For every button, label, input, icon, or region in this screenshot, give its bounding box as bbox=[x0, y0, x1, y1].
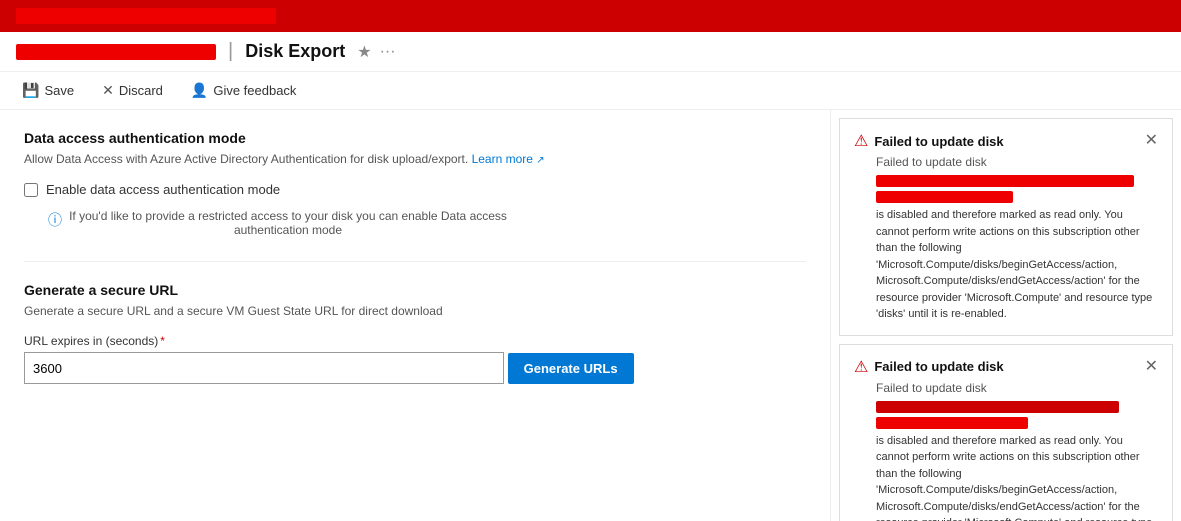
notification-card: ⚠ Failed to update disk ✕ Failed to upda… bbox=[839, 118, 1173, 336]
save-label: Save bbox=[44, 83, 74, 98]
feedback-icon: 👤 bbox=[191, 82, 208, 99]
page-title: Disk Export bbox=[245, 41, 345, 62]
info-row: ⓘ If you'd like to provide a restricted … bbox=[24, 209, 806, 237]
notif-close-2[interactable]: ✕ bbox=[1145, 359, 1158, 375]
auth-mode-checkbox[interactable] bbox=[24, 183, 38, 197]
title-separator: | bbox=[228, 40, 233, 63]
feedback-label: Give feedback bbox=[213, 83, 296, 98]
discard-button[interactable]: ✕ Discard bbox=[96, 78, 169, 103]
top-header-bar bbox=[0, 0, 1181, 32]
breadcrumb-redacted bbox=[16, 44, 216, 60]
url-expires-label: URL expires in (seconds)* bbox=[24, 334, 806, 348]
section-divider bbox=[24, 261, 806, 262]
toolbar: 💾 Save ✕ Discard 👤 Give feedback bbox=[0, 72, 1181, 110]
auth-mode-checkbox-row: Enable data access authentication mode bbox=[24, 182, 806, 197]
learn-more-link[interactable]: Learn more ↗ bbox=[472, 152, 545, 166]
left-panel: Data access authentication mode Allow Da… bbox=[0, 110, 831, 521]
discard-label: Discard bbox=[119, 83, 163, 98]
title-bar: | Disk Export ★ ··· bbox=[0, 32, 1181, 72]
discard-icon: ✕ bbox=[102, 82, 114, 99]
info-text: If you'd like to provide a restricted ac… bbox=[68, 209, 508, 237]
notif-header-2: ⚠ Failed to update disk ✕ bbox=[854, 357, 1158, 377]
notif-redacted-1b bbox=[876, 191, 1013, 203]
error-icon-1: ⚠ bbox=[854, 131, 868, 151]
notif-body-1: is disabled and therefore marked as read… bbox=[854, 207, 1158, 323]
notifications-panel: ⚠ Failed to update disk ✕ Failed to upda… bbox=[831, 110, 1181, 521]
favorite-star-icon[interactable]: ★ bbox=[357, 42, 371, 62]
notif-redacted-2a bbox=[876, 401, 1119, 413]
external-link-icon: ↗ bbox=[536, 155, 544, 166]
notif-title-1: Failed to update disk bbox=[874, 134, 1138, 149]
notif-title-2: Failed to update disk bbox=[874, 359, 1138, 374]
save-icon: 💾 bbox=[22, 82, 39, 99]
data-access-description: Allow Data Access with Azure Active Dire… bbox=[24, 152, 806, 166]
data-access-section-title: Data access authentication mode bbox=[24, 130, 806, 146]
url-expires-input[interactable] bbox=[24, 352, 504, 384]
required-indicator: * bbox=[160, 334, 165, 348]
main-layout: Data access authentication mode Allow Da… bbox=[0, 110, 1181, 521]
generate-url-description: Generate a secure URL and a secure VM Gu… bbox=[24, 304, 806, 318]
auth-mode-label: Enable data access authentication mode bbox=[46, 182, 280, 197]
info-icon: ⓘ bbox=[48, 210, 62, 230]
notif-body-2: is disabled and therefore marked as read… bbox=[854, 433, 1158, 521]
notif-redacted-1a bbox=[876, 175, 1134, 187]
notif-header-1: ⚠ Failed to update disk ✕ bbox=[854, 131, 1158, 151]
error-icon-2: ⚠ bbox=[854, 357, 868, 377]
notif-redacted-2b bbox=[876, 417, 1028, 429]
feedback-button[interactable]: 👤 Give feedback bbox=[185, 78, 303, 103]
notif-subtitle-1: Failed to update disk bbox=[854, 155, 1158, 169]
save-button[interactable]: 💾 Save bbox=[16, 78, 80, 103]
more-options-icon[interactable]: ··· bbox=[380, 43, 396, 61]
notif-close-1[interactable]: ✕ bbox=[1145, 133, 1158, 149]
header-redacted bbox=[16, 8, 276, 24]
notification-card-2: ⚠ Failed to update disk ✕ Failed to upda… bbox=[839, 344, 1173, 521]
generate-urls-button[interactable]: Generate URLs bbox=[508, 353, 634, 384]
generate-url-section-title: Generate a secure URL bbox=[24, 282, 806, 298]
notif-subtitle-2: Failed to update disk bbox=[854, 381, 1158, 395]
